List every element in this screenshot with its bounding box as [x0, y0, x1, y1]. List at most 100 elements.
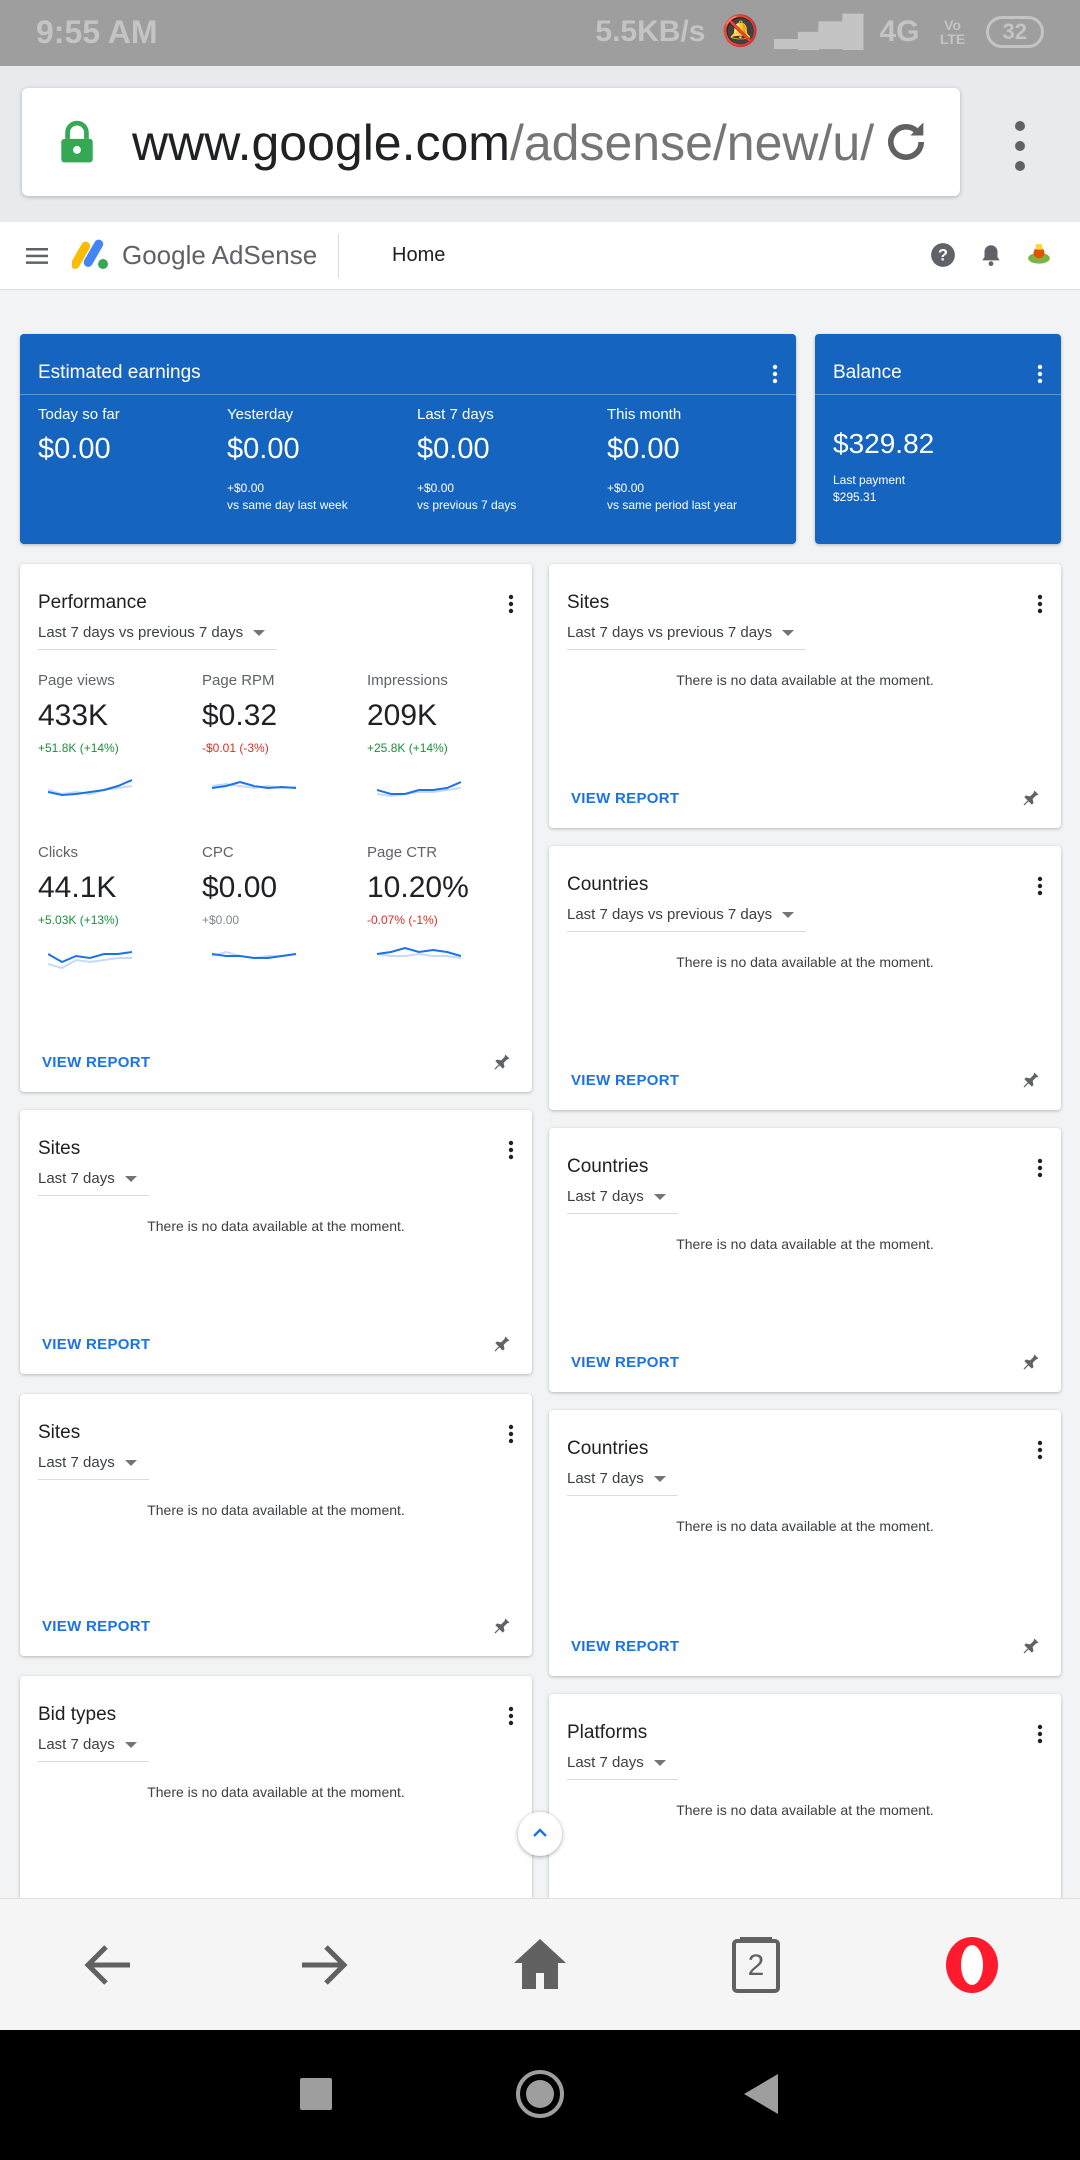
- view-report-link[interactable]: VIEW REPORT: [571, 1638, 679, 1655]
- sparkline-page-views: [48, 779, 132, 797]
- date-range-dropdown[interactable]: Last 7 days: [567, 1754, 678, 1780]
- sites-card: Sites Last 7 days There is no data avail…: [20, 1394, 532, 1656]
- system-back-button[interactable]: [744, 2074, 778, 2114]
- chevron-down-icon: [653, 1194, 666, 1201]
- pin-icon[interactable]: [1021, 788, 1041, 808]
- url-domain: www.google.com: [132, 115, 510, 171]
- tabs-button[interactable]: 2: [726, 1935, 786, 1995]
- date-range-dropdown[interactable]: Last 7 days vs previous 7 days: [567, 906, 807, 932]
- more-options-icon[interactable]: [508, 1140, 514, 1160]
- more-options-icon[interactable]: [772, 364, 778, 384]
- more-options-icon[interactable]: [508, 1424, 514, 1444]
- more-options-icon[interactable]: [508, 594, 514, 614]
- address-bar[interactable]: www.google.com/adsense/new/u/: [22, 88, 960, 196]
- avatar[interactable]: [1026, 242, 1052, 268]
- notifications-icon[interactable]: [978, 242, 1004, 268]
- date-range-label: Last 7 days vs previous 7 days: [567, 624, 773, 641]
- metric-clicks[interactable]: Clicks 44.1K +5.03K (+13%): [38, 844, 119, 927]
- opera-menu-icon[interactable]: [942, 1935, 1002, 1995]
- metric-page-views[interactable]: Page views 433K +51.8K (+14%): [38, 672, 119, 755]
- metric-impressions[interactable]: Impressions 209K +25.8K (+14%): [367, 672, 448, 755]
- more-options-icon[interactable]: [1037, 876, 1043, 896]
- home-icon[interactable]: [510, 1935, 570, 1995]
- brand-name[interactable]: Google AdSense: [122, 240, 317, 271]
- chevron-down-icon: [253, 630, 266, 637]
- net-speed: 5.5KB/s: [595, 14, 706, 48]
- card-title: Countries: [567, 1438, 649, 1459]
- browser-menu-icon[interactable]: [1000, 116, 1040, 176]
- reload-icon[interactable]: [880, 116, 932, 168]
- forward-icon[interactable]: [294, 1935, 354, 1995]
- chevron-up-icon: [533, 1828, 547, 1837]
- date-range-label: Last 7 days: [567, 1188, 644, 1205]
- chevron-down-icon: [124, 1460, 137, 1467]
- more-options-icon[interactable]: [1037, 364, 1043, 384]
- no-data-message: There is no data available at the moment…: [676, 1236, 934, 1252]
- sparkline-page-rpm: [212, 780, 296, 790]
- view-report-link[interactable]: VIEW REPORT: [42, 1336, 150, 1353]
- metric-value: $0.00: [227, 433, 300, 465]
- date-range-dropdown[interactable]: Last 7 days: [38, 1454, 149, 1480]
- chevron-down-icon: [653, 1760, 666, 1767]
- url-text[interactable]: www.google.com/adsense/new/u/: [132, 114, 877, 172]
- date-range-label: Last 7 days: [38, 1454, 115, 1471]
- estimated-earnings-card: Estimated earnings Today so far $0.00 Ye…: [20, 334, 796, 544]
- date-range-dropdown[interactable]: Last 7 days: [38, 1736, 149, 1762]
- network-type: 4G: [879, 14, 920, 48]
- help-icon[interactable]: ?: [930, 242, 956, 268]
- date-range-label: Last 7 days: [38, 1170, 115, 1187]
- view-report-link[interactable]: VIEW REPORT: [42, 1054, 150, 1071]
- sites-card: Sites Last 7 days vs previous 7 days The…: [549, 564, 1061, 828]
- pin-icon[interactable]: [492, 1334, 512, 1354]
- metric-label: CPC: [202, 844, 234, 861]
- status-bar: 9:55 AM 5.5KB/s 🔕 ▂▄▆█ 4G Vo LTE 32: [0, 0, 1080, 66]
- pin-icon[interactable]: [1021, 1070, 1041, 1090]
- earnings-this-month: This month $0.00 +$0.00 vs same period la…: [607, 406, 737, 514]
- metric-change: -0.07% (-1%): [367, 913, 438, 927]
- date-range-dropdown[interactable]: Last 7 days: [567, 1470, 678, 1496]
- pin-icon[interactable]: [492, 1616, 512, 1636]
- more-options-icon[interactable]: [1037, 1158, 1043, 1178]
- pin-icon[interactable]: [492, 1052, 512, 1072]
- more-options-icon[interactable]: [508, 1706, 514, 1726]
- home-button[interactable]: [516, 2070, 564, 2118]
- pin-icon[interactable]: [1021, 1636, 1041, 1656]
- date-range-label: Last 7 days: [567, 1754, 644, 1771]
- metric-page-ctr[interactable]: Page CTR 10.20% -0.07% (-1%): [367, 844, 469, 927]
- earnings-yesterday: Yesterday $0.00 +$0.00 vs same day last w…: [227, 406, 348, 514]
- date-range-dropdown[interactable]: Last 7 days vs previous 7 days: [38, 624, 278, 650]
- menu-icon[interactable]: [26, 248, 48, 264]
- browser-bottom-nav: 2: [0, 1898, 1080, 2030]
- metric-cpc[interactable]: CPC $0.00 +$0.00: [202, 844, 277, 927]
- view-report-link[interactable]: VIEW REPORT: [42, 1618, 150, 1635]
- chevron-down-icon: [124, 1742, 137, 1749]
- metric-change: +5.03K (+13%): [38, 913, 119, 927]
- date-range-dropdown[interactable]: Last 7 days: [567, 1188, 678, 1214]
- view-report-link[interactable]: VIEW REPORT: [571, 1072, 679, 1089]
- card-title: Sites: [38, 1138, 81, 1159]
- chevron-down-icon: [653, 1476, 666, 1483]
- date-range-dropdown[interactable]: Last 7 days: [38, 1170, 149, 1196]
- date-range-dropdown[interactable]: Last 7 days vs previous 7 days: [567, 624, 807, 650]
- last-payment: Last payment $295.31: [833, 472, 905, 506]
- date-range-label: Last 7 days: [567, 1470, 644, 1487]
- card-title: Sites: [567, 592, 610, 613]
- tabs-count: 2: [747, 1949, 765, 1982]
- view-report-link[interactable]: VIEW REPORT: [571, 790, 679, 807]
- metric-compare: vs previous 7 days: [417, 498, 517, 512]
- metric-page-rpm[interactable]: Page RPM $0.32 -$0.01 (-3%): [202, 672, 277, 755]
- pin-icon[interactable]: [1021, 1352, 1041, 1372]
- recent-apps-button[interactable]: [300, 2078, 332, 2110]
- home-button-dot: [526, 2080, 554, 2108]
- more-options-icon[interactable]: [1037, 594, 1043, 614]
- back-icon[interactable]: [78, 1935, 138, 1995]
- chevron-down-icon: [782, 630, 795, 637]
- date-range-label: Last 7 days vs previous 7 days: [567, 906, 773, 923]
- no-data-message: There is no data available at the moment…: [147, 1784, 405, 1800]
- card-title: Countries: [567, 1156, 649, 1177]
- scroll-to-top-button[interactable]: [518, 1812, 562, 1856]
- adsense-logo-icon: [72, 239, 108, 269]
- more-options-icon[interactable]: [1037, 1440, 1043, 1460]
- view-report-link[interactable]: VIEW REPORT: [571, 1354, 679, 1371]
- more-options-icon[interactable]: [1037, 1724, 1043, 1744]
